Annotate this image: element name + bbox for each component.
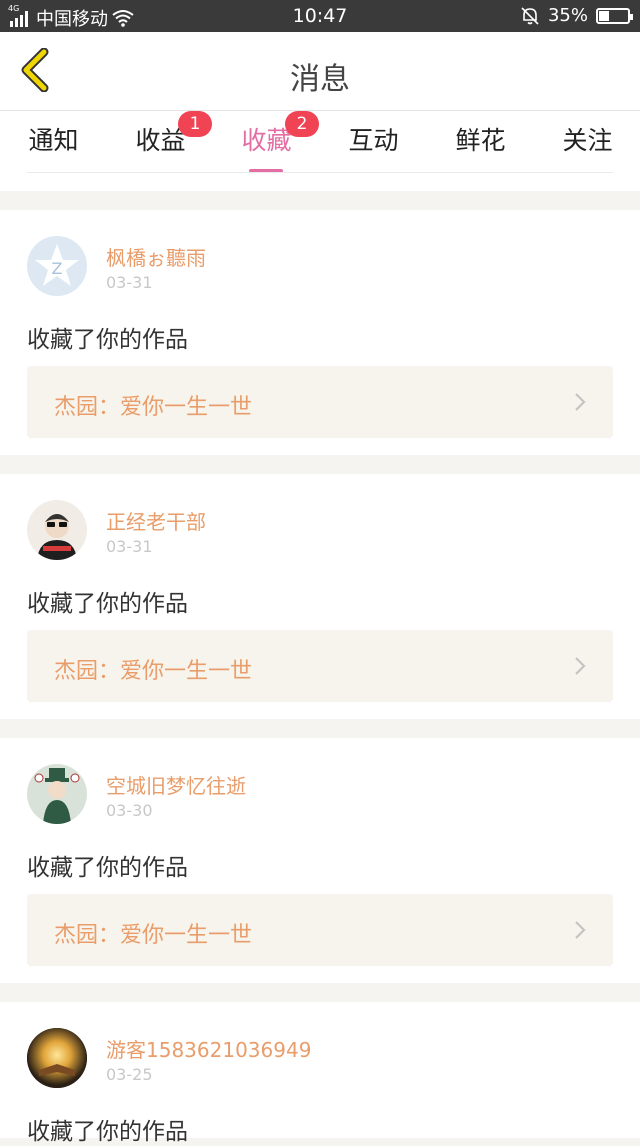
work-link[interactable]: 杰园：爱你一生一世 xyxy=(27,366,613,438)
username[interactable]: 正经老干部 xyxy=(106,506,206,535)
message-date: 03-31 xyxy=(106,537,153,556)
work-title: 杰园：爱你一生一世 xyxy=(54,395,253,420)
divider xyxy=(27,172,613,173)
unread-badge: 2 xyxy=(285,111,319,137)
work-link[interactable]: 杰园：爱你一生一世 xyxy=(27,630,613,702)
username[interactable]: 游客1583621036949 xyxy=(106,1034,311,1063)
tab-label: 收益 xyxy=(135,126,186,155)
battery-icon xyxy=(596,7,633,24)
silent-bell-icon xyxy=(521,6,539,25)
chevron-right-icon xyxy=(575,657,586,675)
glowing-book-avatar[interactable] xyxy=(27,1028,87,1088)
tab-notifications[interactable]: 通知 xyxy=(0,121,107,157)
message-card[interactable]: 正经老干部 03-31 收藏了你的作品 杰园：爱你一生一世 xyxy=(0,474,640,719)
tab-favorites[interactable]: 收藏 2 xyxy=(213,111,320,173)
work-title: 杰园：爱你一生一世 xyxy=(54,659,253,684)
tab-label: 关注 xyxy=(562,126,613,155)
sunglasses-person-avatar[interactable] xyxy=(27,500,87,560)
message-card[interactable]: 空城旧梦忆往逝 03-30 收藏了你的作品 杰园：爱你一生一世 xyxy=(0,738,640,983)
anime-character-avatar[interactable] xyxy=(27,764,87,824)
message-action: 收藏了你的作品 xyxy=(27,327,188,353)
tab-flowers[interactable]: 鲜花 xyxy=(427,121,534,157)
svg-text:Z: Z xyxy=(52,259,63,278)
message-card[interactable]: Z 枫橋ぉ聽雨 03-31 收藏了你的作品 杰园：爱你一生一世 xyxy=(0,210,640,455)
tab-interactions[interactable]: 互动 xyxy=(320,121,427,157)
unread-badge: 1 xyxy=(178,111,212,137)
battery-percent: 35% xyxy=(547,5,588,26)
tab-label: 互动 xyxy=(348,126,399,155)
message-date: 03-31 xyxy=(106,273,153,292)
username[interactable]: 空城旧梦忆往逝 xyxy=(106,770,246,799)
tab-label: 收藏 xyxy=(241,126,292,155)
message-card[interactable]: 游客1583621036949 03-25 收藏了你的作品 xyxy=(0,1002,640,1145)
tab-label: 通知 xyxy=(28,126,79,155)
work-title: 杰园：爱你一生一世 xyxy=(54,923,253,948)
qzone-star-avatar[interactable]: Z xyxy=(27,236,87,296)
message-action: 收藏了你的作品 xyxy=(27,1119,188,1145)
message-date: 03-30 xyxy=(106,801,153,820)
username[interactable]: 枫橋ぉ聽雨 xyxy=(106,242,206,271)
page-title: 消息 xyxy=(290,62,350,97)
tab-bar: 通知 收益 1 收藏 2 互动 鲜花 关注 xyxy=(0,111,640,191)
tab-earnings[interactable]: 收益 1 xyxy=(107,111,214,157)
nav-header: 消息 xyxy=(0,32,640,111)
tab-follow[interactable]: 关注 xyxy=(534,121,640,157)
message-action: 收藏了你的作品 xyxy=(27,591,188,617)
chevron-right-icon xyxy=(575,921,586,939)
message-action: 收藏了你的作品 xyxy=(27,855,188,881)
tab-label: 鲜花 xyxy=(455,126,506,155)
work-link[interactable]: 杰园：爱你一生一世 xyxy=(27,894,613,966)
status-bar: 4G 中国移动 10:47 35% xyxy=(0,0,640,32)
message-date: 03-25 xyxy=(106,1065,153,1084)
chevron-right-icon xyxy=(575,393,586,411)
